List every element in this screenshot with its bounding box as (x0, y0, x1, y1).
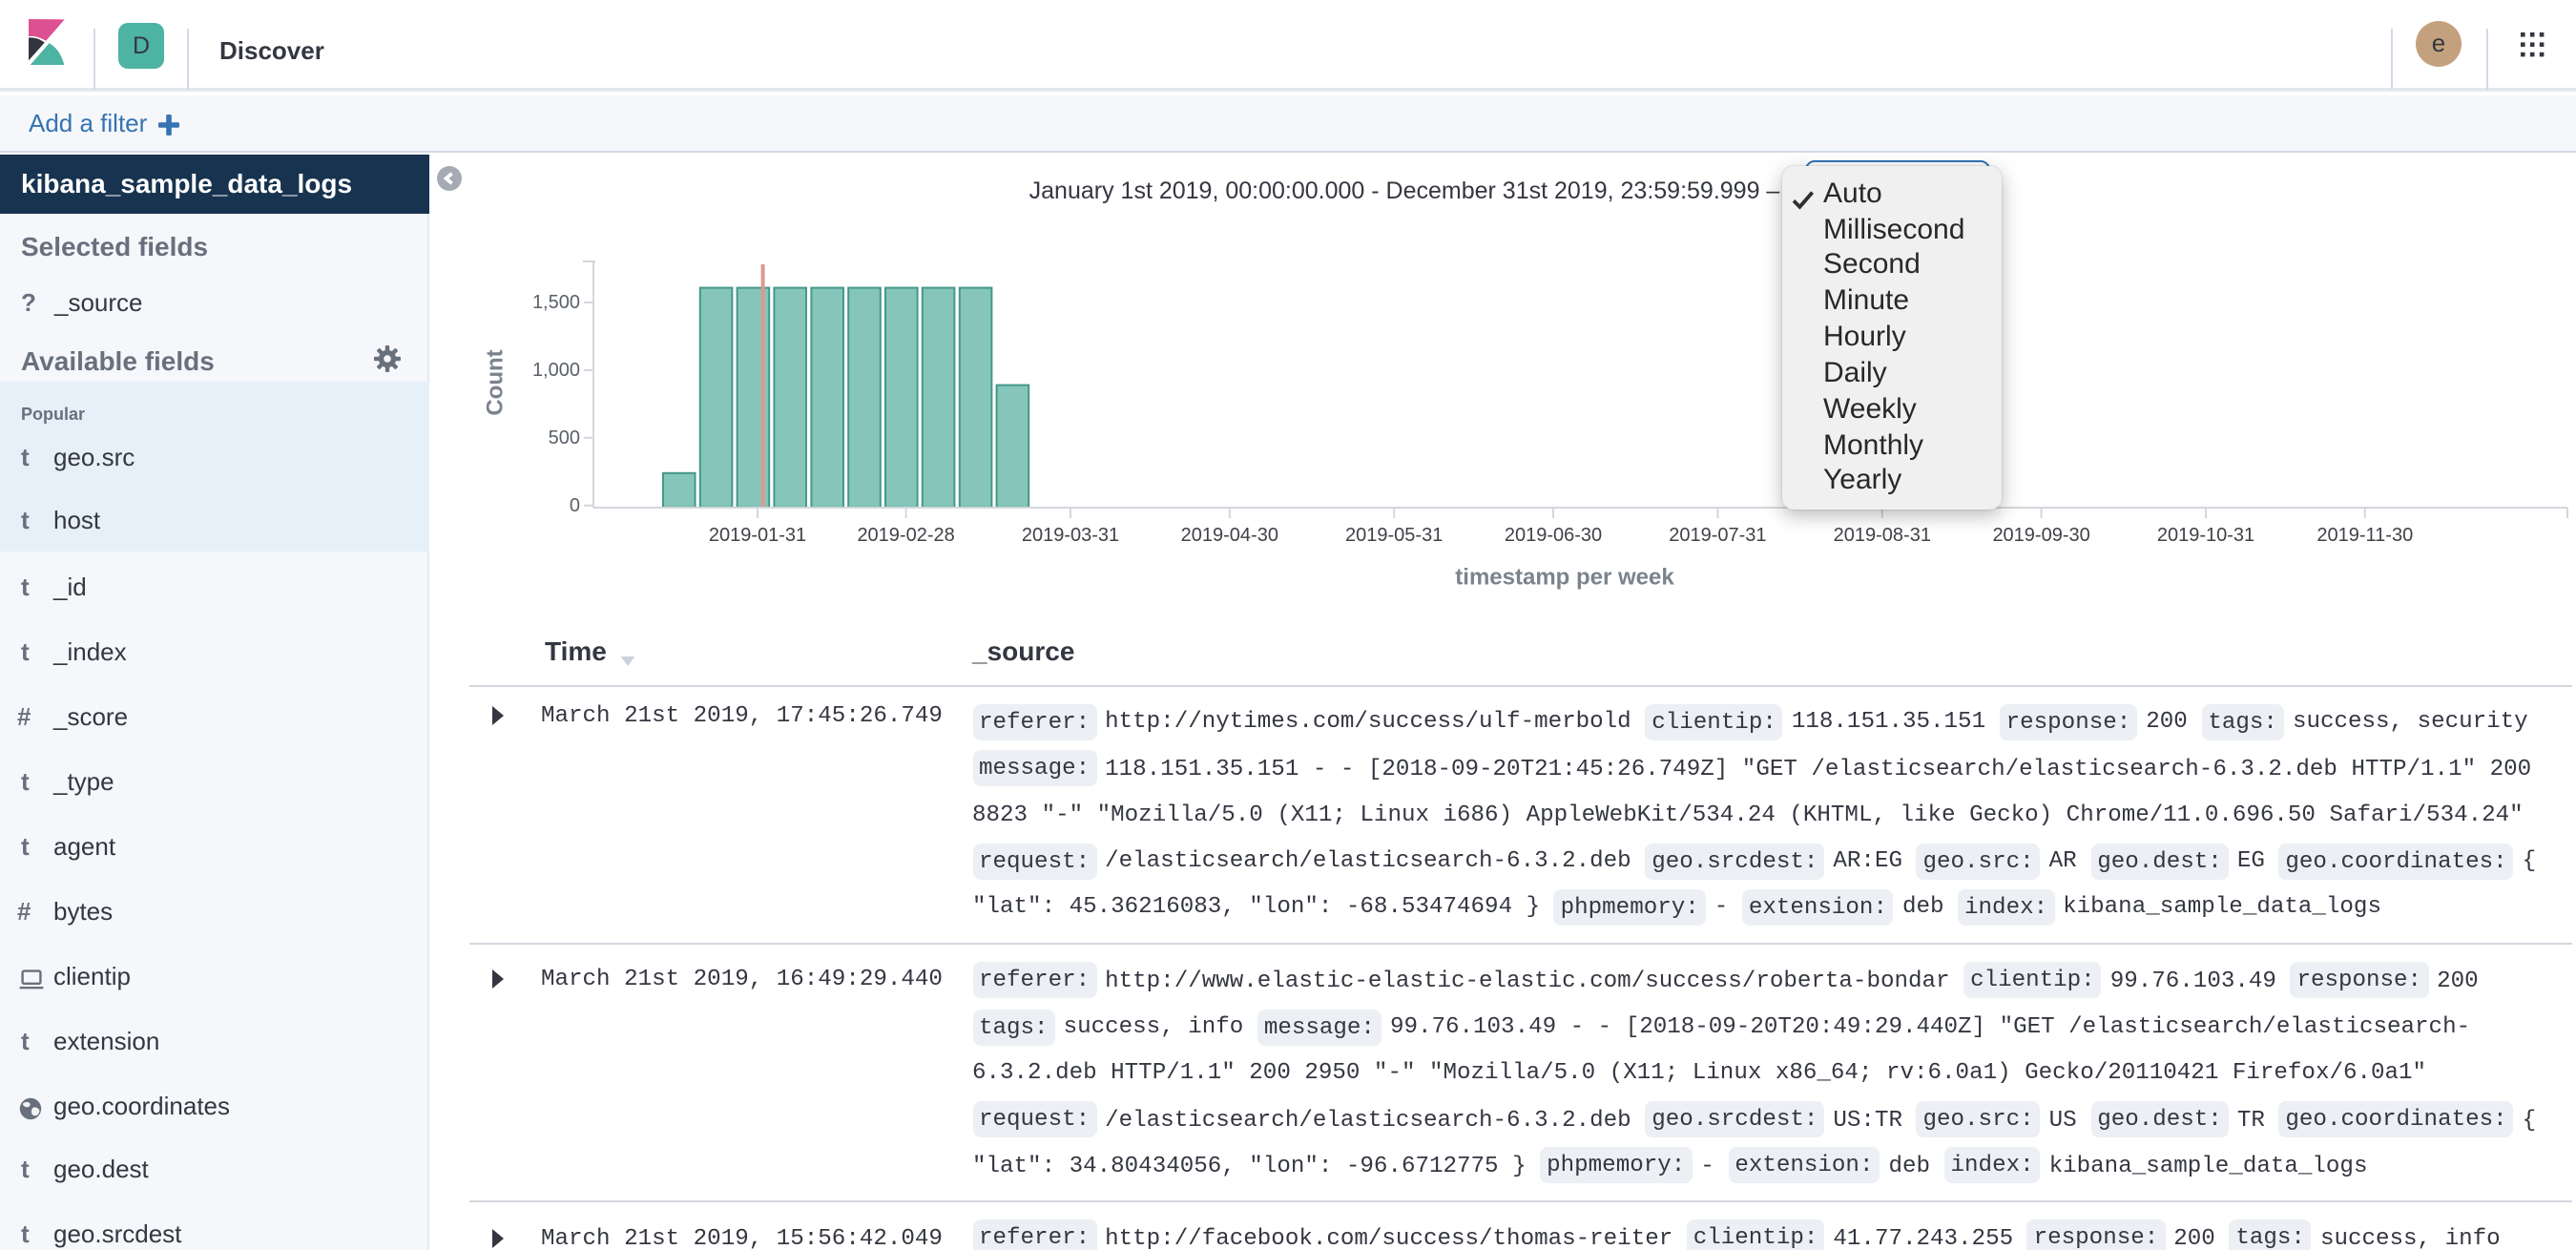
svg-text:500: 500 (549, 427, 580, 448)
svg-text:2019-09-30: 2019-09-30 (1992, 525, 2089, 546)
svg-text:2019-07-31: 2019-07-31 (1669, 525, 1766, 546)
svg-text:2019-04-30: 2019-04-30 (1181, 525, 1278, 546)
svg-text:2019-03-31: 2019-03-31 (1022, 525, 1119, 546)
svg-text:2019-05-31: 2019-05-31 (1345, 525, 1443, 546)
svg-text:2019-08-31: 2019-08-31 (1834, 525, 1931, 546)
svg-text:Count: Count (483, 349, 509, 415)
svg-text:2019-11-30: 2019-11-30 (2316, 525, 2413, 546)
svg-text:2019-01-31: 2019-01-31 (709, 525, 806, 546)
svg-text:1,500: 1,500 (532, 292, 580, 313)
svg-text:0: 0 (570, 495, 580, 516)
svg-text:timestamp per week: timestamp per week (1455, 565, 1674, 591)
svg-text:2019-02-28: 2019-02-28 (857, 525, 954, 546)
svg-text:1,000: 1,000 (532, 360, 580, 381)
svg-text:2019-06-30: 2019-06-30 (1505, 525, 1602, 546)
svg-text:2019-10-31: 2019-10-31 (2157, 525, 2254, 546)
